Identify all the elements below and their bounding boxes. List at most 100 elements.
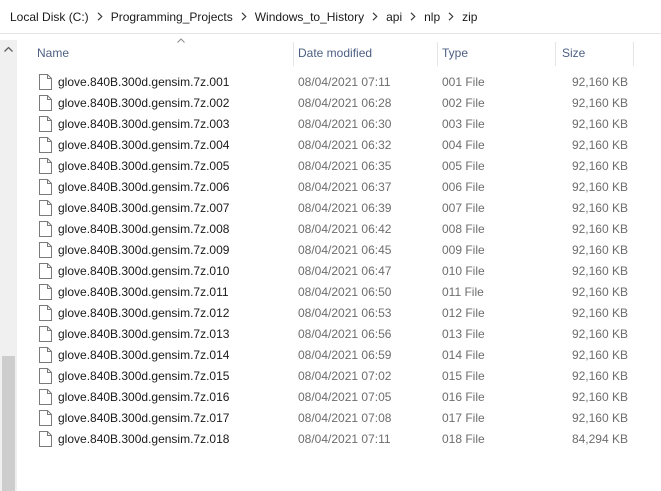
file-size: 92,160 KB [571,96,628,110]
column-header-date-modified[interactable]: Date modified [298,40,437,67]
breadcrumb-item[interactable]: zip [460,10,479,24]
breadcrumb-item[interactable]: api [384,10,404,24]
generic-file-icon [39,305,52,321]
file-size: 92,160 KB [571,180,628,194]
file-row[interactable]: glove.840B.300d.gensim.7z.005 08/04/2021 … [17,156,661,177]
file-type: 016 File [442,390,485,404]
file-size: 92,160 KB [571,243,628,257]
file-row[interactable]: glove.840B.300d.gensim.7z.007 08/04/2021 … [17,198,661,219]
file-size: 92,160 KB [571,369,628,383]
chevron-right-icon[interactable] [93,12,107,21]
file-row[interactable]: glove.840B.300d.gensim.7z.011 08/04/2021 … [17,282,661,303]
file-row[interactable]: glove.840B.300d.gensim.7z.012 08/04/2021 … [17,303,661,324]
file-type: 017 File [442,411,485,425]
generic-file-icon [39,95,52,111]
file-name: glove.840B.300d.gensim.7z.010 [58,264,230,278]
file-type: 010 File [442,264,485,278]
chevron-right-icon[interactable] [368,12,382,21]
chevron-right-icon[interactable] [237,12,251,21]
file-type: 015 File [442,369,485,383]
file-name: glove.840B.300d.gensim.7z.017 [58,411,230,425]
file-type: 008 File [442,222,485,236]
file-row[interactable]: glove.840B.300d.gensim.7z.006 08/04/2021 … [17,177,661,198]
file-date-modified: 08/04/2021 06:37 [298,180,392,194]
file-type: 013 File [442,327,485,341]
column-header-size[interactable]: Size [562,40,626,67]
file-row[interactable]: glove.840B.300d.gensim.7z.013 08/04/2021 … [17,324,661,345]
file-size: 84,294 KB [571,432,628,446]
column-header: Name Date modified Type Size [17,38,661,67]
file-date-modified: 08/04/2021 06:59 [298,348,392,362]
file-row[interactable]: glove.840B.300d.gensim.7z.016 08/04/2021 … [17,387,661,408]
column-divider[interactable] [437,42,438,66]
file-date-modified: 08/04/2021 06:28 [298,96,392,110]
file-type: 012 File [442,306,485,320]
file-date-modified: 08/04/2021 06:53 [298,306,392,320]
file-row[interactable]: glove.840B.300d.gensim.7z.018 08/04/2021 … [17,429,661,450]
breadcrumb-item[interactable]: Windows_to_History [253,10,366,24]
generic-file-icon [39,137,52,153]
file-size: 92,160 KB [571,306,628,320]
file-date-modified: 08/04/2021 06:50 [298,285,392,299]
file-name: glove.840B.300d.gensim.7z.001 [58,75,230,89]
file-size: 92,160 KB [571,411,628,425]
file-size: 92,160 KB [571,285,628,299]
file-name: glove.840B.300d.gensim.7z.007 [58,201,230,215]
file-type: 007 File [442,201,485,215]
vertical-scrollbar[interactable] [0,40,17,491]
file-type: 003 File [442,117,485,131]
file-type: 011 File [442,285,484,299]
breadcrumb[interactable]: Local Disk (C:) Programming_Projects Windo… [0,0,661,34]
file-row[interactable]: glove.840B.300d.gensim.7z.003 08/04/2021 … [17,114,661,135]
column-divider[interactable] [555,42,556,66]
column-header-name-label: Name [37,46,70,60]
generic-file-icon [39,263,52,279]
generic-file-icon [39,347,52,363]
generic-file-icon [39,368,52,384]
file-row[interactable]: glove.840B.300d.gensim.7z.009 08/04/2021 … [17,240,661,261]
file-row[interactable]: glove.840B.300d.gensim.7z.015 08/04/2021 … [17,366,661,387]
scrollbar-thumb[interactable] [2,356,15,491]
scroll-up-arrow-icon[interactable] [0,40,17,57]
generic-file-icon [39,284,52,300]
file-name: glove.840B.300d.gensim.7z.004 [58,138,230,152]
breadcrumb-item[interactable]: nlp [422,10,442,24]
column-divider[interactable] [293,42,294,66]
generic-file-icon [39,158,52,174]
file-type: 005 File [442,159,485,173]
column-divider[interactable] [633,42,634,66]
file-row[interactable]: glove.840B.300d.gensim.7z.017 08/04/2021 … [17,408,661,429]
file-row[interactable]: glove.840B.300d.gensim.7z.010 08/04/2021 … [17,261,661,282]
file-name: glove.840B.300d.gensim.7z.002 [58,96,230,110]
file-date-modified: 08/04/2021 07:11 [298,432,391,446]
file-size: 92,160 KB [571,222,628,236]
generic-file-icon [39,221,52,237]
breadcrumb-item[interactable]: Local Disk (C:) [8,10,91,24]
file-date-modified: 08/04/2021 06:42 [298,222,392,236]
sort-ascending-icon [176,38,186,46]
file-row[interactable]: glove.840B.300d.gensim.7z.008 08/04/2021 … [17,219,661,240]
file-date-modified: 08/04/2021 07:08 [298,411,392,425]
chevron-right-icon[interactable] [406,12,420,21]
file-date-modified: 08/04/2021 07:11 [298,75,391,89]
generic-file-icon [39,116,52,132]
file-row[interactable]: glove.840B.300d.gensim.7z.001 08/04/2021 … [17,72,661,93]
file-type: 006 File [442,180,485,194]
file-name: glove.840B.300d.gensim.7z.003 [58,117,230,131]
file-list: glove.840B.300d.gensim.7z.001 08/04/2021 … [17,72,661,450]
column-header-type[interactable]: Type [442,40,551,67]
chevron-right-icon[interactable] [444,12,458,21]
column-header-name[interactable]: Name [37,38,293,67]
file-row[interactable]: glove.840B.300d.gensim.7z.014 08/04/2021 … [17,345,661,366]
file-date-modified: 08/04/2021 06:35 [298,159,392,173]
generic-file-icon [39,431,52,447]
file-size: 92,160 KB [571,390,628,404]
file-row[interactable]: glove.840B.300d.gensim.7z.004 08/04/2021 … [17,135,661,156]
file-name: glove.840B.300d.gensim.7z.009 [58,243,230,257]
file-row[interactable]: glove.840B.300d.gensim.7z.002 08/04/2021 … [17,93,661,114]
file-name: glove.840B.300d.gensim.7z.011 [58,285,229,299]
file-type: 001 File [442,75,485,89]
generic-file-icon [39,242,52,258]
breadcrumb-item[interactable]: Programming_Projects [109,10,235,24]
file-size: 92,160 KB [571,327,628,341]
